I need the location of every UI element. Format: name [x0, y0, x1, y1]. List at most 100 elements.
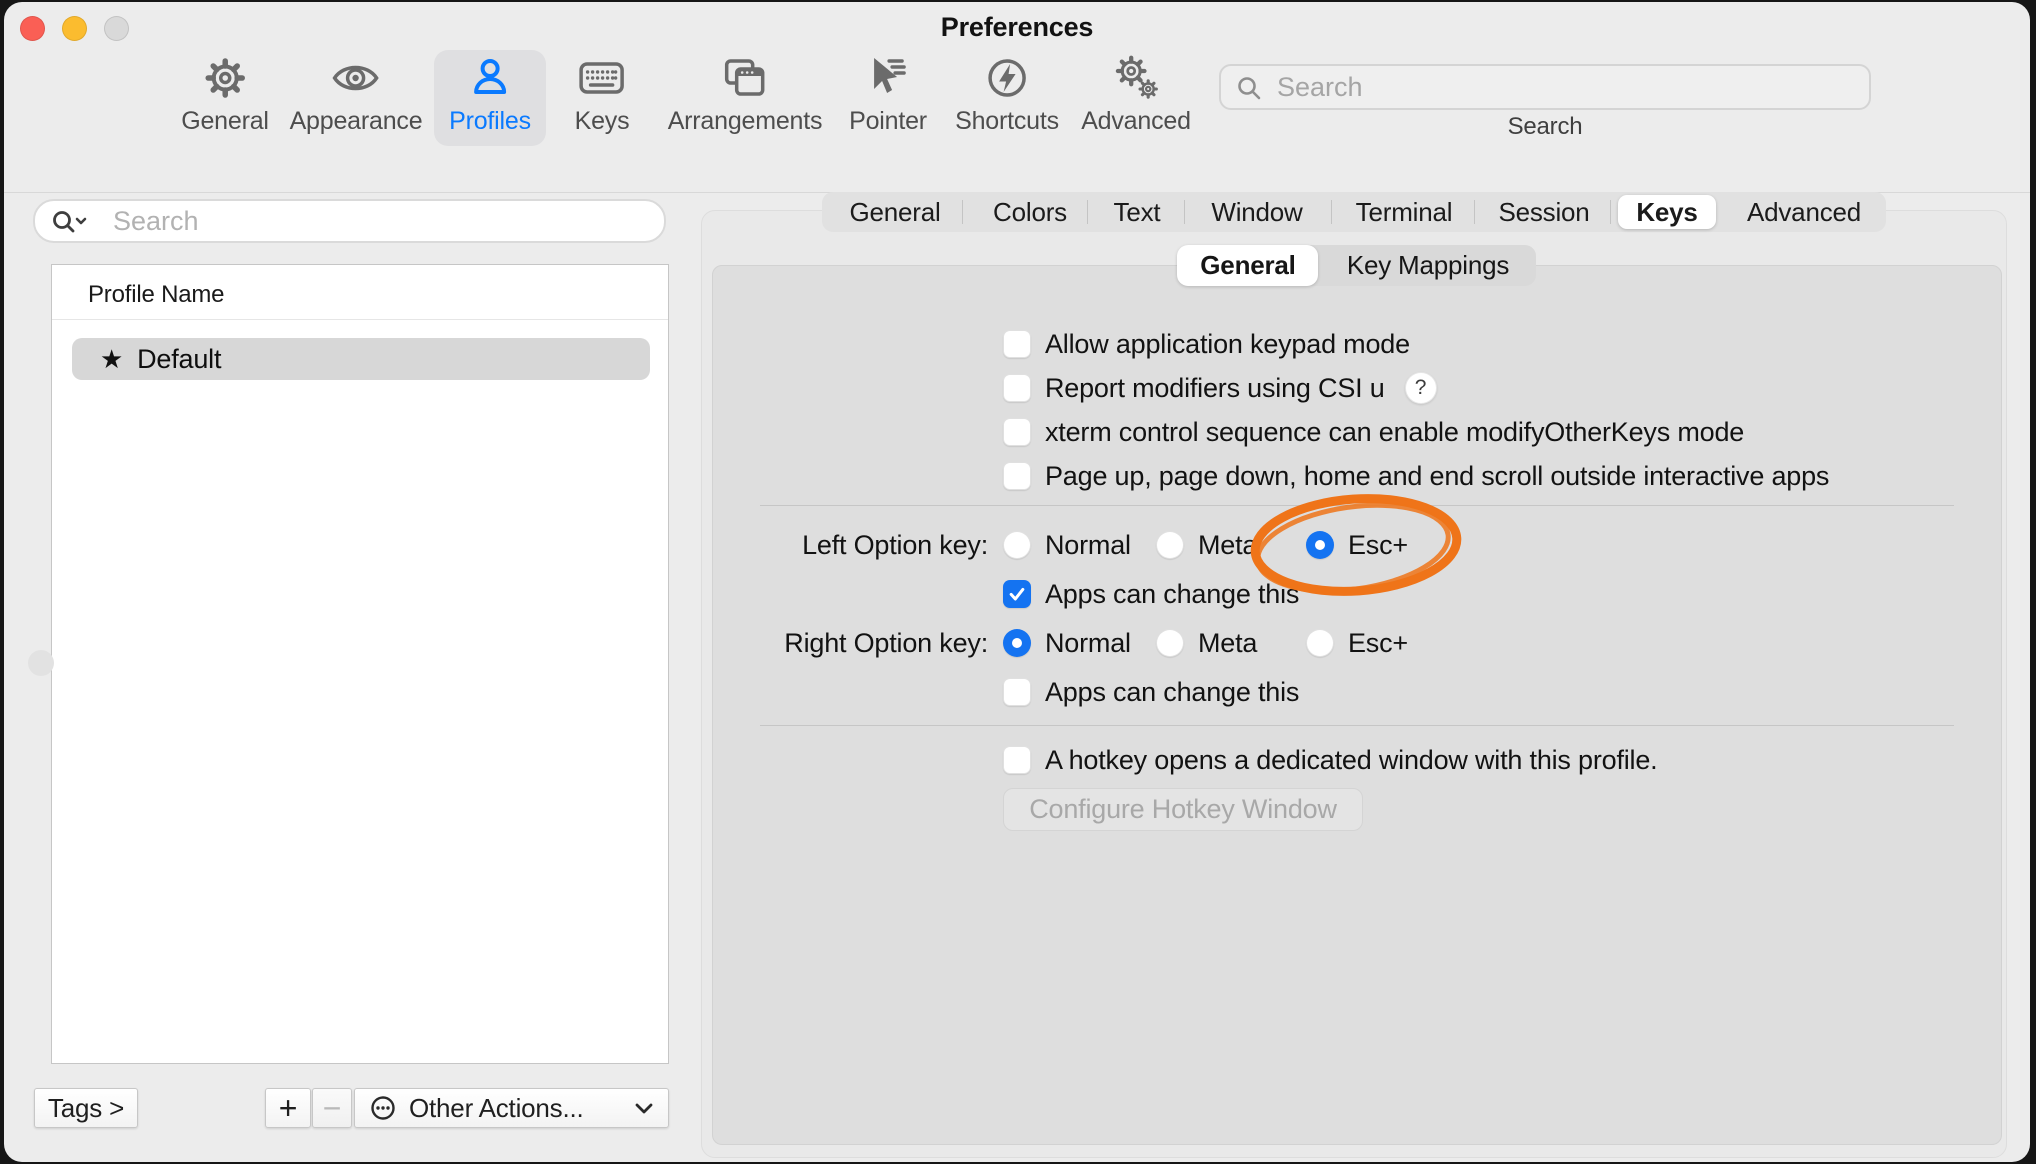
checkbox-row-keypad-mode[interactable]: Allow application keypad mode — [1003, 323, 1410, 365]
help-button[interactable]: ? — [1405, 372, 1437, 404]
profile-list-column-header: Profile Name — [88, 281, 224, 309]
tab-window[interactable]: Window — [1211, 192, 1302, 232]
checkbox-unchecked[interactable] — [1003, 330, 1031, 358]
profile-list: Profile Name ★ Default — [51, 264, 669, 1064]
profile-search-input[interactable] — [33, 199, 666, 243]
tab-terminal[interactable]: Terminal — [1356, 192, 1453, 232]
toolbar-label: Shortcuts — [955, 107, 1059, 136]
checkbox-label: Allow application keypad mode — [1045, 329, 1410, 360]
tab-colors[interactable]: Colors — [993, 192, 1067, 232]
radio-unselected[interactable] — [1003, 531, 1031, 559]
add-profile-button[interactable]: + — [265, 1088, 311, 1128]
left-option-key-label: Left Option key: — [704, 524, 988, 566]
toolbar-label: Appearance — [290, 107, 423, 136]
section-divider — [760, 725, 1954, 726]
radio-right-option-meta[interactable]: Meta — [1156, 622, 1257, 664]
radio-label: Normal — [1045, 530, 1131, 561]
checkbox-unchecked[interactable] — [1003, 418, 1031, 446]
tags-button-label: Tags > — [48, 1093, 124, 1124]
tab-keys[interactable]: Keys — [1636, 192, 1697, 232]
toolbar-label: Pointer — [849, 107, 927, 136]
toolbar-item-arrangements[interactable]: Arrangements — [668, 54, 823, 136]
toolbar-label: Arrangements — [668, 107, 823, 136]
tab-separator — [1087, 200, 1088, 224]
search-menu-icon[interactable] — [51, 209, 99, 235]
header-divider — [52, 319, 668, 320]
radio-unselected[interactable] — [1156, 629, 1184, 657]
double-gear-icon — [1112, 54, 1160, 102]
checkbox-checked[interactable] — [1003, 580, 1031, 608]
checkbox-label: xterm control sequence can enable modify… — [1045, 417, 1744, 448]
pane-splitter-handle[interactable] — [28, 650, 54, 676]
toolbar-label: Keys — [575, 107, 630, 136]
toolbar-item-pointer[interactable]: Pointer — [849, 54, 927, 136]
checkbox-row-modify-other-keys[interactable]: xterm control sequence can enable modify… — [1003, 411, 1744, 453]
plus-icon: + — [279, 1090, 298, 1127]
screen: Preferences General Appearance — [0, 0, 2036, 1164]
toolbar-label: Advanced — [1081, 107, 1191, 136]
overlapping-windows-icon — [721, 54, 769, 102]
tab-separator — [1474, 200, 1475, 224]
window-title: Preferences — [4, 12, 2030, 43]
radio-left-option-normal[interactable]: Normal — [1003, 524, 1131, 566]
subtab-general[interactable]: General — [1200, 245, 1295, 286]
chevron-down-icon — [634, 1102, 654, 1114]
toolbar-item-keys[interactable]: Keys — [575, 54, 630, 136]
other-actions-dropdown[interactable]: Other Actions... — [354, 1088, 669, 1128]
star-icon: ★ — [100, 344, 123, 375]
checkbox-label: Apps can change this — [1045, 677, 1299, 708]
tab-separator — [1184, 200, 1185, 224]
toolbar-item-shortcuts[interactable]: Shortcuts — [955, 54, 1059, 136]
checkbox-label: A hotkey opens a dedicated window with t… — [1045, 745, 1657, 776]
checkbox-unchecked[interactable] — [1003, 678, 1031, 706]
lightning-circle-icon — [983, 54, 1031, 102]
preferences-window: Preferences General Appearance — [4, 2, 2030, 1162]
checkbox-row-csi-u[interactable]: Report modifiers using CSI u ? — [1003, 367, 1437, 409]
tab-separator — [1331, 200, 1332, 224]
radio-right-option-esc[interactable]: Esc+ — [1306, 622, 1408, 664]
cursor-icon — [864, 54, 912, 102]
toolbar-item-general[interactable]: General — [181, 54, 269, 136]
configure-hotkey-window-button[interactable]: Configure Hotkey Window — [1003, 788, 1363, 831]
annotation-ellipse — [1224, 472, 1504, 622]
keyboard-icon — [578, 54, 626, 102]
profile-row-default[interactable]: ★ Default — [72, 338, 650, 380]
checkbox-unchecked[interactable] — [1003, 462, 1031, 490]
radio-unselected[interactable] — [1156, 531, 1184, 559]
checkbox-unchecked[interactable] — [1003, 746, 1031, 774]
checkbox-unchecked[interactable] — [1003, 374, 1031, 402]
minus-icon: − — [323, 1090, 342, 1127]
checkbox-row-right-apps-can-change[interactable]: Apps can change this — [1003, 671, 1299, 713]
search-icon — [1236, 75, 1262, 101]
toolbar-item-profiles[interactable]: Profiles — [449, 54, 531, 136]
toolbar-label: General — [181, 107, 269, 136]
gear-icon — [201, 54, 249, 102]
radio-label: Meta — [1198, 628, 1257, 659]
tab-text[interactable]: Text — [1114, 192, 1161, 232]
toolbar-item-advanced[interactable]: Advanced — [1081, 54, 1191, 136]
radio-unselected[interactable] — [1306, 629, 1334, 657]
tab-advanced[interactable]: Advanced — [1747, 192, 1861, 232]
radio-selected[interactable] — [1003, 629, 1031, 657]
tab-general[interactable]: General — [849, 192, 940, 232]
checkbox-row-hotkey-window[interactable]: A hotkey opens a dedicated window with t… — [1003, 739, 1657, 781]
tab-separator — [962, 200, 963, 224]
person-icon — [466, 54, 514, 102]
tags-button[interactable]: Tags > — [34, 1088, 138, 1128]
subtab-key-mappings[interactable]: Key Mappings — [1347, 245, 1509, 286]
circled-ellipsis-icon — [369, 1094, 397, 1122]
radio-label: Normal — [1045, 628, 1131, 659]
right-option-key-label: Right Option key: — [704, 622, 988, 664]
remove-profile-button[interactable]: − — [312, 1088, 352, 1128]
toolbar-search-caption: Search — [1219, 113, 1871, 141]
tab-session[interactable]: Session — [1498, 192, 1589, 232]
profile-name: Default — [137, 344, 221, 375]
toolbar-item-appearance[interactable]: Appearance — [290, 54, 423, 136]
toolbar-search-input[interactable] — [1219, 64, 1871, 110]
eye-icon — [332, 54, 380, 102]
other-actions-label: Other Actions... — [409, 1093, 584, 1124]
tab-separator — [1610, 200, 1611, 224]
configure-hotkey-window-label: Configure Hotkey Window — [1029, 794, 1337, 825]
profile-tabs-bar — [822, 192, 1886, 232]
radio-right-option-normal[interactable]: Normal — [1003, 622, 1131, 664]
